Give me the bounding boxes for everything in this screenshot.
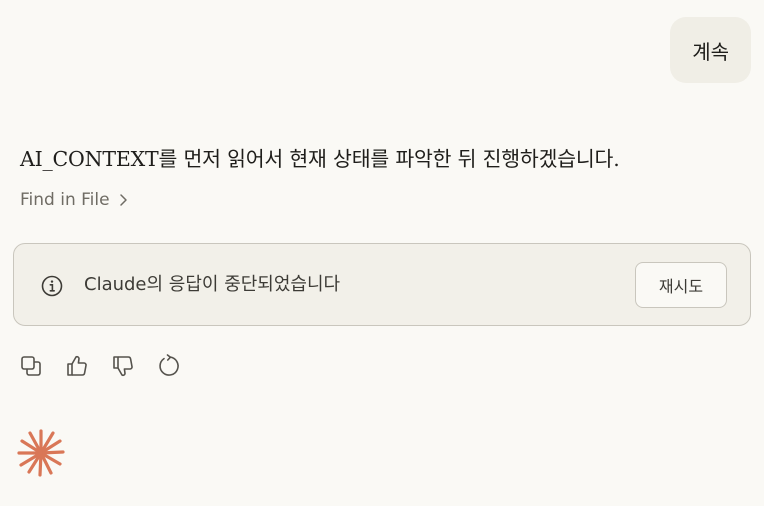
error-message: Claude의 응답이 중단되었습니다: [84, 274, 341, 295]
claude-spark-icon: [17, 429, 65, 477]
info-icon: [41, 275, 63, 297]
tool-call-find-in-file[interactable]: Find in File: [20, 190, 128, 210]
thumbs-down-button[interactable]: [110, 353, 135, 378]
assistant-message-text: AI_CONTEXT를 먼저 읽어서 현재 상태를 파악한 뒤 진행하겠습니다.: [20, 147, 620, 171]
thumbs-up-button[interactable]: [64, 353, 89, 378]
copy-icon: [20, 355, 41, 376]
thumbs-up-icon: [66, 355, 87, 376]
refresh-icon: [158, 353, 179, 376]
error-notice: Claude의 응답이 중단되었습니다 재시도: [13, 243, 751, 326]
chevron-right-icon: [119, 194, 127, 206]
user-message-bubble: 계속: [670, 17, 751, 83]
copy-button[interactable]: [18, 353, 43, 378]
retry-button[interactable]: 재시도: [635, 262, 727, 308]
user-message-text: 계속: [692, 39, 729, 64]
thumbs-down-icon: [112, 355, 133, 376]
tool-call-label: Find in File: [20, 190, 110, 210]
regenerate-button[interactable]: [156, 353, 181, 378]
message-actions: [18, 353, 181, 378]
